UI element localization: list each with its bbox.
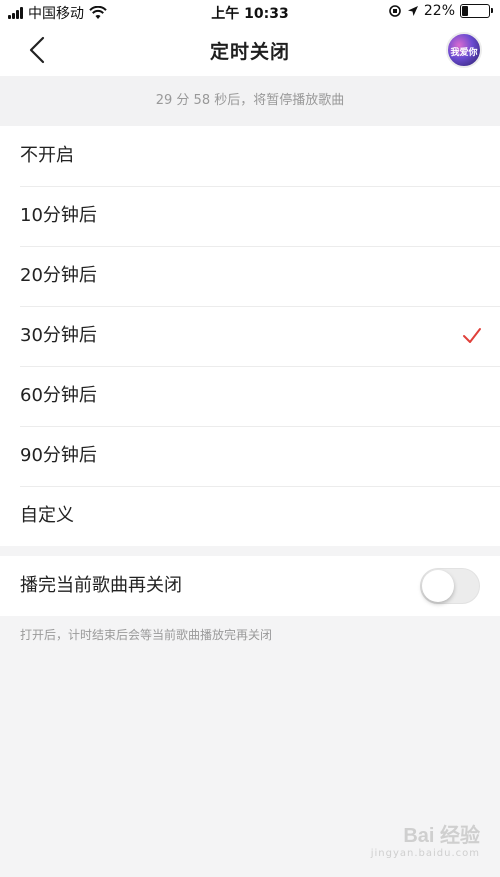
orientation-lock-icon — [389, 5, 401, 17]
timer-option-label: 90分钟后 — [20, 445, 97, 466]
timer-option[interactable]: 10分钟后 — [0, 186, 500, 246]
timer-option[interactable]: 20分钟后 — [0, 246, 500, 306]
finish-song-toggle[interactable] — [420, 568, 480, 604]
status-bar: 中国移动 上午 10:33 22% — [0, 0, 500, 24]
finish-song-row: 播完当前歌曲再关闭 — [0, 556, 500, 616]
timer-option[interactable]: 自定义 — [0, 486, 500, 546]
timer-option[interactable]: 30分钟后 — [0, 306, 500, 366]
location-arrow-icon — [407, 6, 418, 16]
timer-option-label: 60分钟后 — [20, 385, 97, 406]
battery-percent: 22% — [423, 3, 455, 19]
checkmark-icon — [463, 328, 481, 343]
timer-option-label: 10分钟后 — [20, 205, 97, 226]
watermark-url: jingyan.baidu.com — [370, 848, 480, 859]
status-right: 22% — [388, 3, 493, 19]
battery-fill — [462, 6, 468, 16]
finish-song-label: 播完当前歌曲再关闭 — [20, 575, 182, 596]
page-title: 定时关闭 — [209, 41, 290, 63]
timer-option-label: 自定义 — [20, 505, 74, 526]
toggle-knob — [422, 570, 454, 602]
battery-icon — [460, 4, 493, 18]
timer-option-label: 30分钟后 — [20, 325, 97, 346]
timer-option[interactable]: 60分钟后 — [0, 366, 500, 426]
finish-song-hint: 打开后，计时结束后会等当前歌曲播放完再关闭 — [20, 628, 273, 642]
countdown-notice: 29 分 58 秒后，将暂停播放歌曲 — [0, 76, 500, 126]
timer-option-label: 不开启 — [20, 145, 74, 166]
avatar[interactable]: 我爱你 — [446, 32, 482, 68]
nav-bar: 定时关闭 我爱你 — [0, 24, 500, 76]
timer-options-list: 不开启 10分钟后 20分钟后 30分钟后 60分钟后 90分钟后自定义 — [0, 126, 500, 546]
watermark-logo: Bai 经验 — [403, 825, 480, 847]
avatar-text: 我爱你 — [450, 48, 478, 58]
timer-option-label: 20分钟后 — [20, 265, 97, 286]
section-gap — [0, 546, 500, 556]
timer-option[interactable]: 90分钟后 — [0, 426, 500, 486]
watermark: Bai 经验 jingyan.baidu.com — [371, 819, 480, 859]
timer-option[interactable]: 不开启 — [0, 126, 500, 186]
